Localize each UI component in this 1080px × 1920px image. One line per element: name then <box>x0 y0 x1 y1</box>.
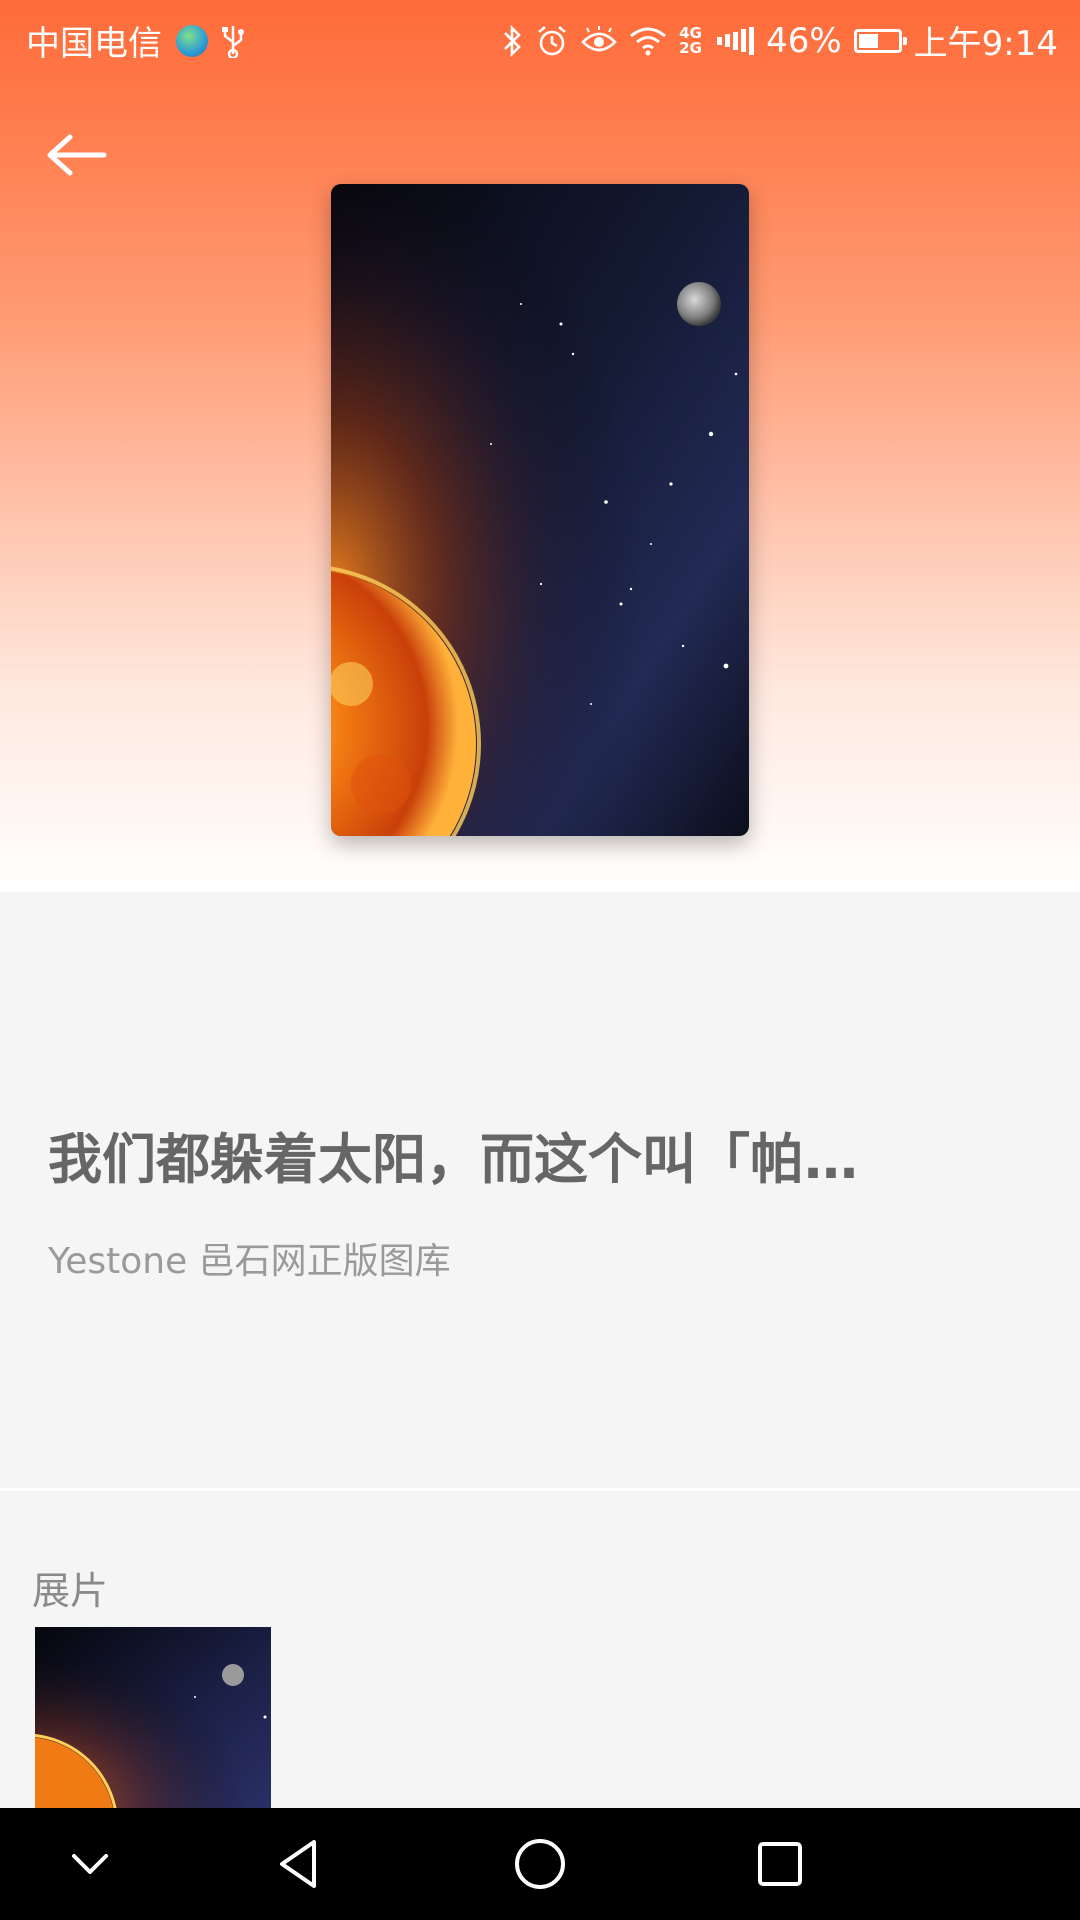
triangle-back-icon <box>280 1840 316 1888</box>
nav-home-button[interactable] <box>510 1834 570 1894</box>
gallery-thumbnail[interactable] <box>35 1627 271 1808</box>
status-left: 中国电信 <box>26 16 248 65</box>
battery-percentage: 46% <box>766 20 842 61</box>
nav-back-button[interactable] <box>270 1834 330 1894</box>
back-button[interactable] <box>42 130 112 180</box>
clock-time: 上午9:14 <box>913 24 1058 64</box>
globe-icon <box>176 24 208 57</box>
chevron-down-icon <box>72 1854 108 1874</box>
artwork-title: 我们都躲着太阳，而这个叫「帕… <box>48 1128 858 1191</box>
carrier-label: 中国电信 <box>26 24 162 64</box>
artwork-source[interactable]: Yestone 邑石网正版图库 <box>48 1232 451 1284</box>
status-right: 4G 2G 46% 上午9:14 <box>501 16 1058 65</box>
arrow-left-icon <box>47 134 107 176</box>
nav-hide-button[interactable] <box>60 1834 120 1894</box>
square-recents-icon <box>758 1842 802 1886</box>
eye-comfort-icon <box>581 25 617 56</box>
system-nav-bar <box>0 1808 1080 1920</box>
cover-image[interactable] <box>331 184 749 836</box>
network-type-bottom: 2G <box>679 38 702 57</box>
section-divider <box>0 1488 1080 1491</box>
usb-icon <box>218 24 248 58</box>
battery-icon <box>853 28 907 53</box>
status-bar: 中国电信 4G 2G 46% 上午9:14 <box>0 0 1080 74</box>
signal-strength-icon <box>717 26 755 55</box>
space-sun-image <box>331 184 749 836</box>
alarm-icon <box>535 24 569 58</box>
wifi-icon <box>629 26 667 56</box>
nav-recents-button[interactable] <box>750 1834 810 1894</box>
gallery-section-label: 展片 <box>32 1569 109 1613</box>
bluetooth-icon <box>501 24 523 58</box>
thumbnail-image <box>35 1627 271 1808</box>
circle-home-icon <box>515 1839 565 1889</box>
network-type-indicator: 4G 2G <box>679 25 705 57</box>
